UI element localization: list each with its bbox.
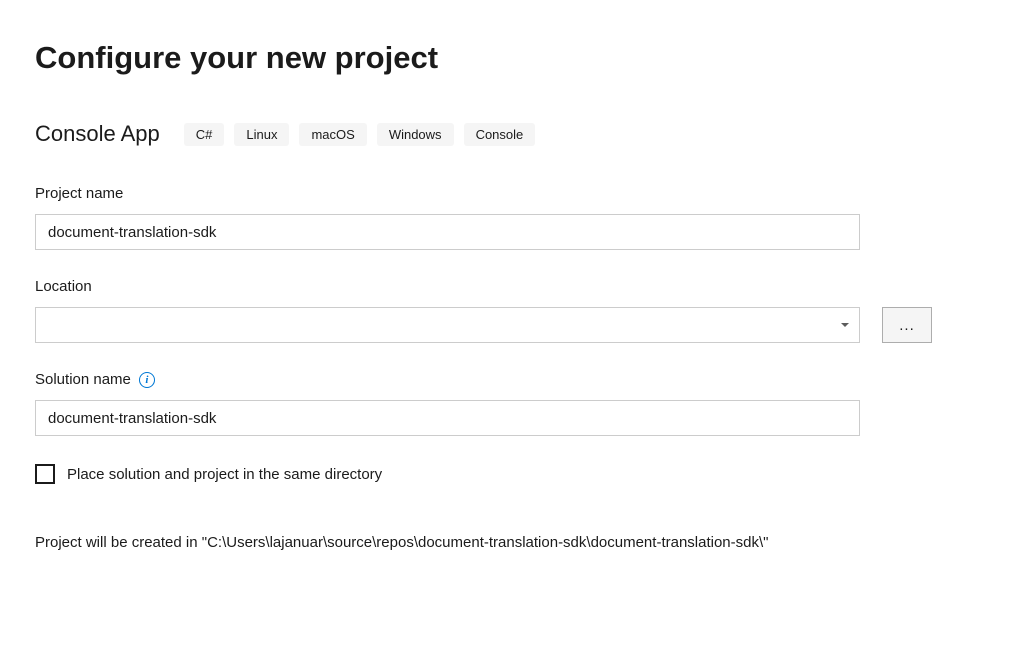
location-group: Location ... — [35, 278, 977, 343]
project-type-label: Console App — [35, 121, 160, 147]
same-directory-checkbox-row: Place solution and project in the same d… — [35, 464, 977, 484]
browse-button[interactable]: ... — [882, 307, 932, 343]
solution-name-label-text: Solution name — [35, 371, 131, 388]
location-dropdown[interactable] — [35, 307, 860, 343]
info-icon[interactable]: i — [139, 372, 155, 388]
location-label: Location — [35, 278, 977, 295]
project-name-label: Project name — [35, 185, 977, 202]
solution-name-group: Solution name i — [35, 371, 977, 436]
tag-linux: Linux — [234, 123, 289, 146]
same-directory-checkbox[interactable] — [35, 464, 55, 484]
solution-name-input[interactable] — [35, 400, 860, 436]
project-name-group: Project name — [35, 185, 977, 250]
solution-name-label: Solution name i — [35, 371, 977, 388]
same-directory-checkbox-label: Place solution and project in the same d… — [67, 466, 382, 483]
tag-macos: macOS — [299, 123, 366, 146]
tag-csharp: C# — [184, 123, 225, 146]
subtitle-row: Console App C# Linux macOS Windows Conso… — [35, 121, 977, 147]
chevron-down-icon — [841, 323, 849, 327]
project-path-text: Project will be created in "C:\Users\laj… — [35, 532, 860, 555]
tag-console: Console — [464, 123, 536, 146]
page-title: Configure your new project — [35, 40, 977, 76]
location-row: ... — [35, 307, 977, 343]
tag-windows: Windows — [377, 123, 454, 146]
project-name-input[interactable] — [35, 214, 860, 250]
tags-container: C# Linux macOS Windows Console — [184, 123, 536, 146]
